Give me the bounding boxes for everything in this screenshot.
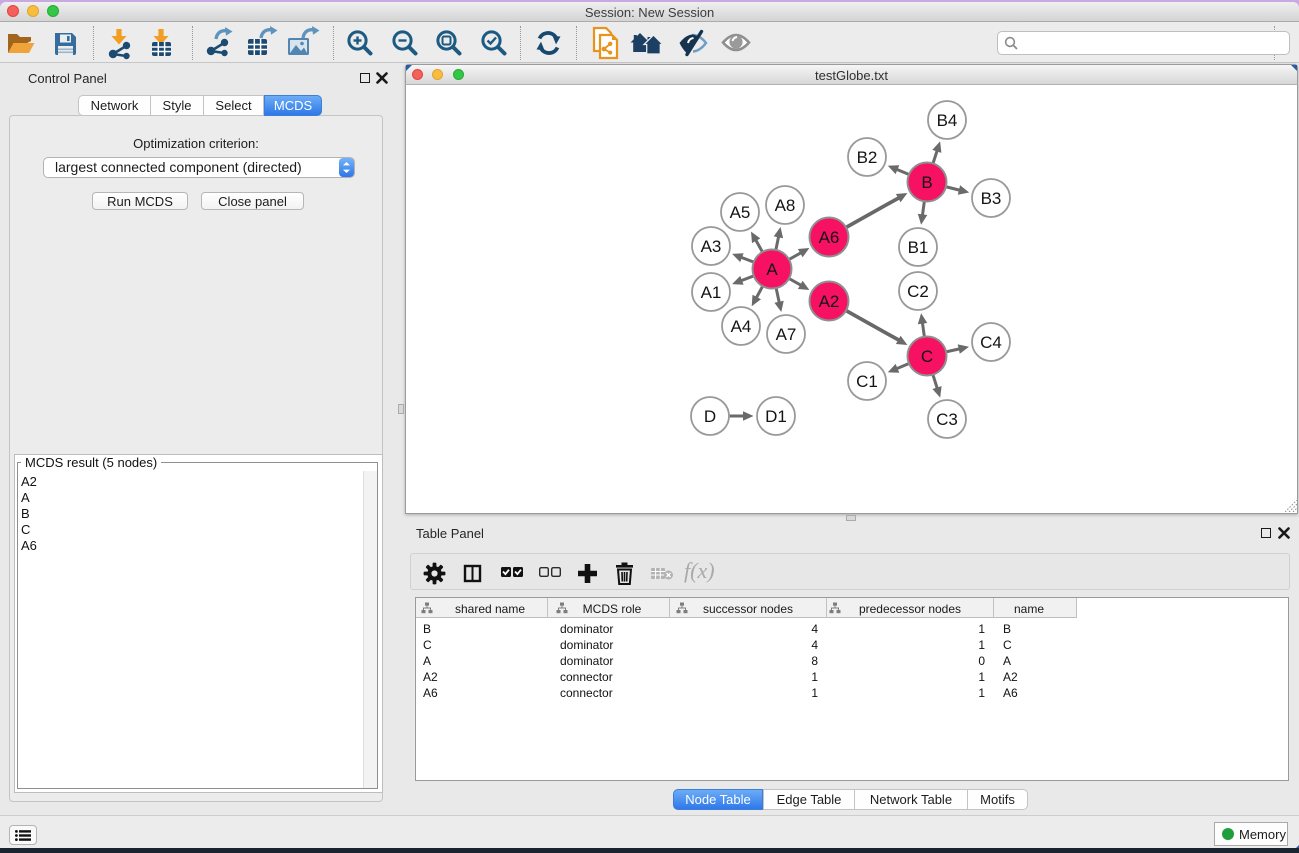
svg-text:C1: C1	[856, 372, 878, 391]
svg-text:A2: A2	[819, 292, 840, 311]
svg-text:D: D	[704, 407, 716, 426]
svg-text:C2: C2	[907, 282, 929, 301]
svg-text:C3: C3	[936, 410, 958, 429]
svg-text:B4: B4	[937, 111, 958, 130]
svg-text:A5: A5	[730, 203, 751, 222]
svg-text:A4: A4	[731, 317, 752, 336]
svg-text:A3: A3	[701, 237, 722, 256]
svg-text:C4: C4	[980, 333, 1002, 352]
svg-text:B3: B3	[981, 189, 1002, 208]
svg-text:B2: B2	[857, 148, 878, 167]
svg-text:A: A	[766, 260, 778, 279]
svg-text:A6: A6	[819, 228, 840, 247]
svg-text:D1: D1	[765, 407, 787, 426]
svg-text:A8: A8	[775, 196, 796, 215]
svg-text:A7: A7	[776, 325, 797, 344]
svg-text:B: B	[921, 173, 932, 192]
svg-text:C: C	[921, 347, 933, 366]
svg-text:B1: B1	[908, 238, 929, 257]
svg-text:A1: A1	[701, 283, 722, 302]
